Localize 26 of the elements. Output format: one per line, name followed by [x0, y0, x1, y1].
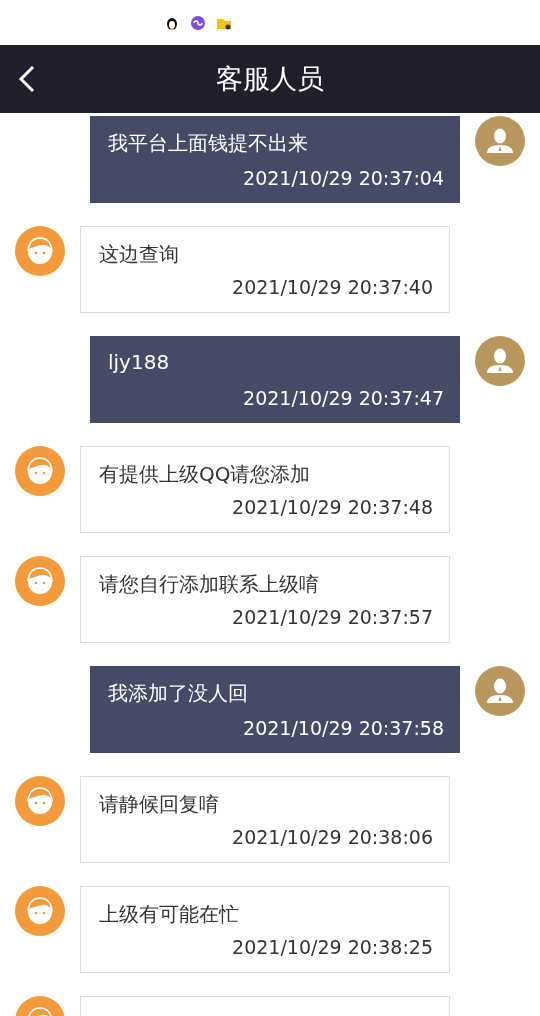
message-text: 请您自行添加联系上级唷 — [99, 571, 319, 598]
header-title: 客服人员 — [216, 62, 324, 96]
message-text: 有提供上级QQ请您添加 — [99, 461, 311, 488]
back-icon[interactable] — [17, 64, 37, 94]
message-text: 我平台上面钱提不出来 — [108, 130, 308, 157]
agent-avatar-icon — [15, 446, 65, 496]
message-time: 2021/10/29 20:37:58 — [243, 717, 444, 739]
agent-avatar-icon — [15, 886, 65, 936]
user-avatar-icon — [475, 116, 525, 166]
message-time: 2021/10/29 20:37:47 — [243, 387, 444, 409]
message-time: 2021/10/29 20:37:57 — [232, 606, 433, 628]
message-text: ljy188 — [108, 350, 170, 374]
message-text: 请静候回复唷 — [99, 791, 219, 818]
message-time: 2021/10/29 20:37:48 — [232, 496, 433, 518]
message-text: 上级有可能在忙 — [99, 901, 239, 928]
user-avatar-icon — [475, 336, 525, 386]
agent-avatar-icon — [15, 226, 65, 276]
message-time: 2021/10/29 20:37:40 — [232, 276, 433, 298]
agent-avatar-icon — [15, 776, 65, 826]
message-time: 2021/10/29 20:38:25 — [232, 936, 433, 958]
message-text: 这边查询 — [99, 241, 179, 268]
message-time: 2021/10/29 20:38:06 — [232, 826, 433, 848]
user-avatar-icon — [475, 666, 525, 716]
message-time: 2021/10/29 20:37:04 — [243, 167, 444, 189]
message-text: 我添加了没人回 — [108, 680, 248, 707]
agent-avatar-icon — [15, 556, 65, 606]
